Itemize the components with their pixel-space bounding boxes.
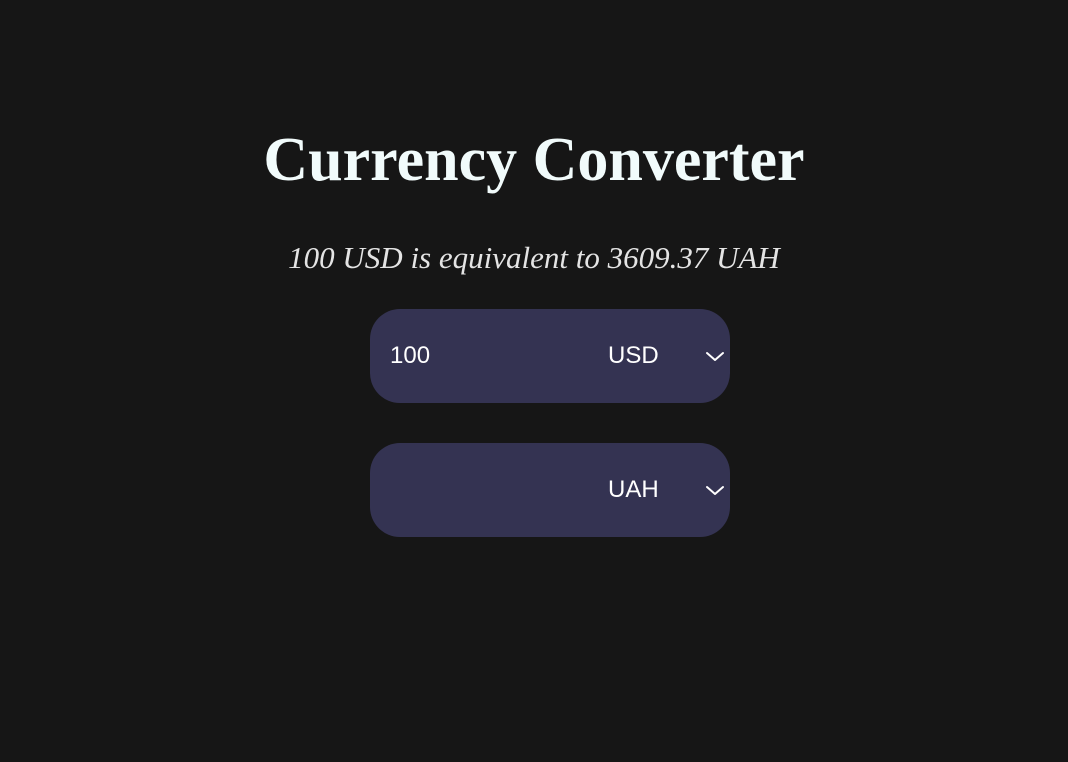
from-currency-row: USD xyxy=(370,309,730,403)
conversion-summary: 100 USD is equivalent to 3609.37 UAH xyxy=(288,240,780,275)
from-amount-input[interactable] xyxy=(390,336,580,376)
to-currency-select[interactable]: UAH xyxy=(606,466,726,514)
currency-converter-app: Currency Converter 100 USD is equivalent… xyxy=(0,0,1068,762)
from-currency-code: USD xyxy=(608,342,659,369)
chevron-down-icon xyxy=(706,486,724,495)
to-currency-code: UAH xyxy=(608,476,659,503)
page-title: Currency Converter xyxy=(263,126,805,194)
from-currency-select[interactable]: USD xyxy=(606,332,726,380)
to-amount-input[interactable] xyxy=(390,470,580,510)
to-currency-row: UAH xyxy=(370,443,730,537)
chevron-down-icon xyxy=(706,352,724,361)
